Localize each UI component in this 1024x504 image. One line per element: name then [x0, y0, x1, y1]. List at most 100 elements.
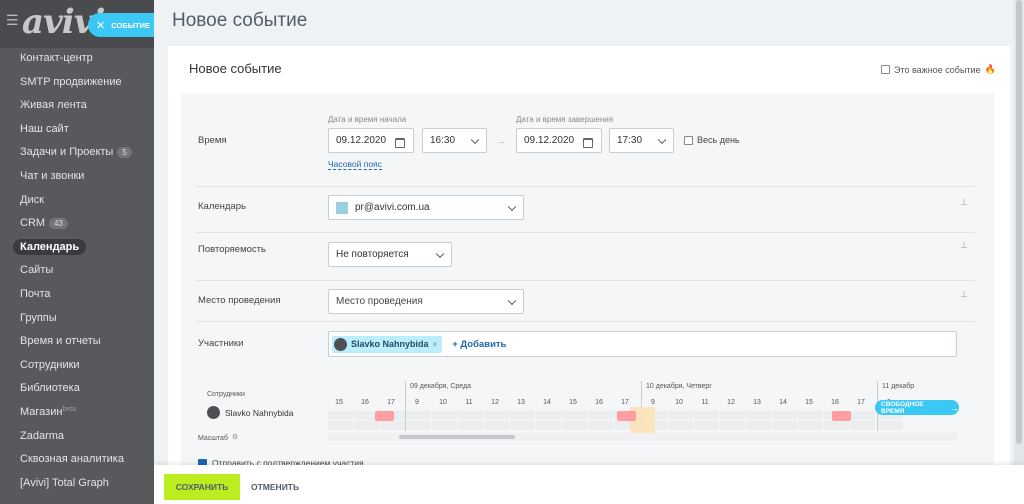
- event-form: Время Дата и время начала Дата и время з…: [181, 93, 994, 466]
- timeline-cell: [746, 411, 771, 420]
- sidebar-item[interactable]: Задачи и Проекты 5: [20, 146, 132, 158]
- sidebar-item[interactable]: [Avivi] Total Graph: [20, 477, 109, 489]
- timeline-cell: [328, 421, 353, 430]
- start-time-select[interactable]: 16:30: [422, 128, 487, 153]
- calendar-select[interactable]: pr@avivi.com.ua: [328, 195, 524, 220]
- busy-slot: [617, 411, 636, 421]
- pin-icon[interactable]: ⊥: [960, 289, 968, 300]
- counter-badge: 5: [117, 146, 132, 158]
- page-scrollbar-thumb[interactable]: [1016, 0, 1022, 444]
- all-day-toggle[interactable]: Весь день: [684, 135, 740, 145]
- sidebar-item[interactable]: SMTP продвижение: [20, 76, 122, 88]
- hour-label: 12: [727, 399, 735, 406]
- menu-icon[interactable]: ☰: [6, 12, 19, 29]
- hour-label: 11: [701, 399, 709, 406]
- timeline-cell: [406, 421, 431, 430]
- hour-label: 17: [387, 399, 395, 406]
- pin-icon[interactable]: ⊥: [960, 197, 968, 208]
- sidebar-item[interactable]: Живая лента: [20, 99, 87, 111]
- hour-label: 11: [465, 399, 473, 406]
- sidebar-item-label: SMTP продвижение: [20, 75, 122, 88]
- sidebar-item-label: Zadarma: [20, 429, 65, 442]
- sidebar-item-label: Контакт-центр: [20, 52, 93, 64]
- timeline-cell: [406, 411, 431, 420]
- sidebar-item[interactable]: Время и отчеты: [20, 335, 101, 347]
- timeline-cell: [694, 421, 719, 430]
- location-label: Место проведения: [198, 295, 281, 306]
- free-time-button[interactable]: СВОБОДНОЕ ВРЕМЯ →: [875, 400, 959, 415]
- arrow-right-icon: →: [950, 402, 959, 413]
- sidebar-item[interactable]: Библиотека: [20, 382, 80, 394]
- sidebar-item[interactable]: Календарь: [13, 238, 87, 255]
- repeat-select[interactable]: Не повторяется: [328, 242, 452, 267]
- sidebar-item[interactable]: Наш сайт: [20, 123, 69, 135]
- timeline-cell: [668, 411, 693, 420]
- sidebar-item[interactable]: Сквозная аналитика: [20, 453, 124, 465]
- start-date-input[interactable]: 09.12.2020: [328, 128, 414, 153]
- hour-label: 10: [439, 399, 447, 406]
- remove-member-icon[interactable]: ×: [433, 340, 438, 349]
- timeline-cell: [772, 411, 797, 420]
- member-tag[interactable]: Slavko Nahnybida ×: [332, 335, 443, 353]
- sidebar-item[interactable]: Сайты: [20, 264, 53, 276]
- end-time-select[interactable]: 17:30: [609, 128, 674, 153]
- timeline-cell: [536, 421, 561, 430]
- calendar-icon[interactable]: [395, 138, 405, 148]
- timezone-link[interactable]: Часовой пояс: [328, 159, 382, 170]
- hour-label: 16: [831, 399, 839, 406]
- timeline-cell: [850, 421, 875, 430]
- sidebar-item-label: Магазин: [20, 406, 63, 418]
- timeline-cell: [720, 411, 745, 420]
- avatar: [334, 337, 347, 351]
- sidebar-item[interactable]: Магазинbeta: [20, 406, 76, 418]
- calendar-icon[interactable]: [583, 138, 593, 148]
- close-icon: ✕: [96, 19, 106, 32]
- sidebar-item[interactable]: Сотрудники: [20, 359, 80, 371]
- pin-icon[interactable]: ⊥: [960, 240, 968, 251]
- scale-info-icon[interactable]: ⚙: [232, 433, 238, 441]
- busy-slot: [832, 411, 851, 421]
- busy-slot: [375, 411, 394, 421]
- timeline-scrollbar[interactable]: [328, 433, 957, 441]
- timeline-cell: [536, 411, 561, 420]
- hour-label: 10: [675, 399, 683, 406]
- important-event-toggle[interactable]: Это важное событие 🔥: [881, 64, 996, 75]
- start-label: Дата и время начала: [328, 115, 407, 124]
- sidebar-item[interactable]: CRM 43: [20, 217, 68, 229]
- timeline-cell: [798, 421, 823, 430]
- sidebar-item-label: CRM: [20, 217, 46, 230]
- hour-label: 14: [543, 399, 551, 406]
- important-checkbox[interactable]: [881, 65, 890, 74]
- timeline-cell: [432, 421, 457, 430]
- timeline-cell: [510, 411, 535, 420]
- all-day-checkbox[interactable]: [684, 135, 693, 145]
- location-select[interactable]: Место проведения: [328, 289, 524, 314]
- members-field[interactable]: Slavko Nahnybida × + Добавить: [328, 331, 957, 357]
- create-event-button[interactable]: ✕ СОБЫТИЕ: [88, 13, 154, 37]
- timeline-scrollbar-thumb[interactable]: [399, 435, 515, 439]
- end-date-input[interactable]: 09.12.2020: [516, 128, 602, 153]
- sidebar-item[interactable]: Почта: [20, 288, 51, 300]
- end-label: Дата и время завершения: [516, 115, 614, 124]
- add-member-link[interactable]: + Добавить: [452, 339, 506, 350]
- sidebar-item-label: Библиотека: [20, 382, 80, 395]
- sidebar-item[interactable]: Чат и звонки: [20, 170, 84, 182]
- save-button[interactable]: СОХРАНИТЬ: [164, 474, 240, 500]
- hour-label: 15: [335, 399, 343, 406]
- sidebar-item[interactable]: Группы: [20, 312, 57, 324]
- timeline-cell: [484, 421, 509, 430]
- sidebar-item[interactable]: Диск: [20, 194, 44, 206]
- time-label: Время: [198, 135, 227, 146]
- sidebar-item-label: Сайты: [20, 264, 54, 277]
- sidebar-item[interactable]: Zadarma: [20, 430, 64, 442]
- hour-label: 17: [621, 399, 629, 406]
- sidebar-item[interactable]: Контакт-центр: [20, 52, 93, 64]
- divider: [195, 280, 975, 281]
- counter-badge: 43: [49, 217, 68, 229]
- chevron-down-icon: [507, 296, 517, 305]
- cancel-button[interactable]: ОТМЕНИТЬ: [251, 474, 299, 500]
- timeline-cell: [772, 421, 797, 430]
- timeline-cell: [510, 421, 535, 430]
- hour-label: 13: [753, 399, 761, 406]
- logo-bar: ☰ avivi ✕ СОБЫТИЕ: [0, 0, 154, 48]
